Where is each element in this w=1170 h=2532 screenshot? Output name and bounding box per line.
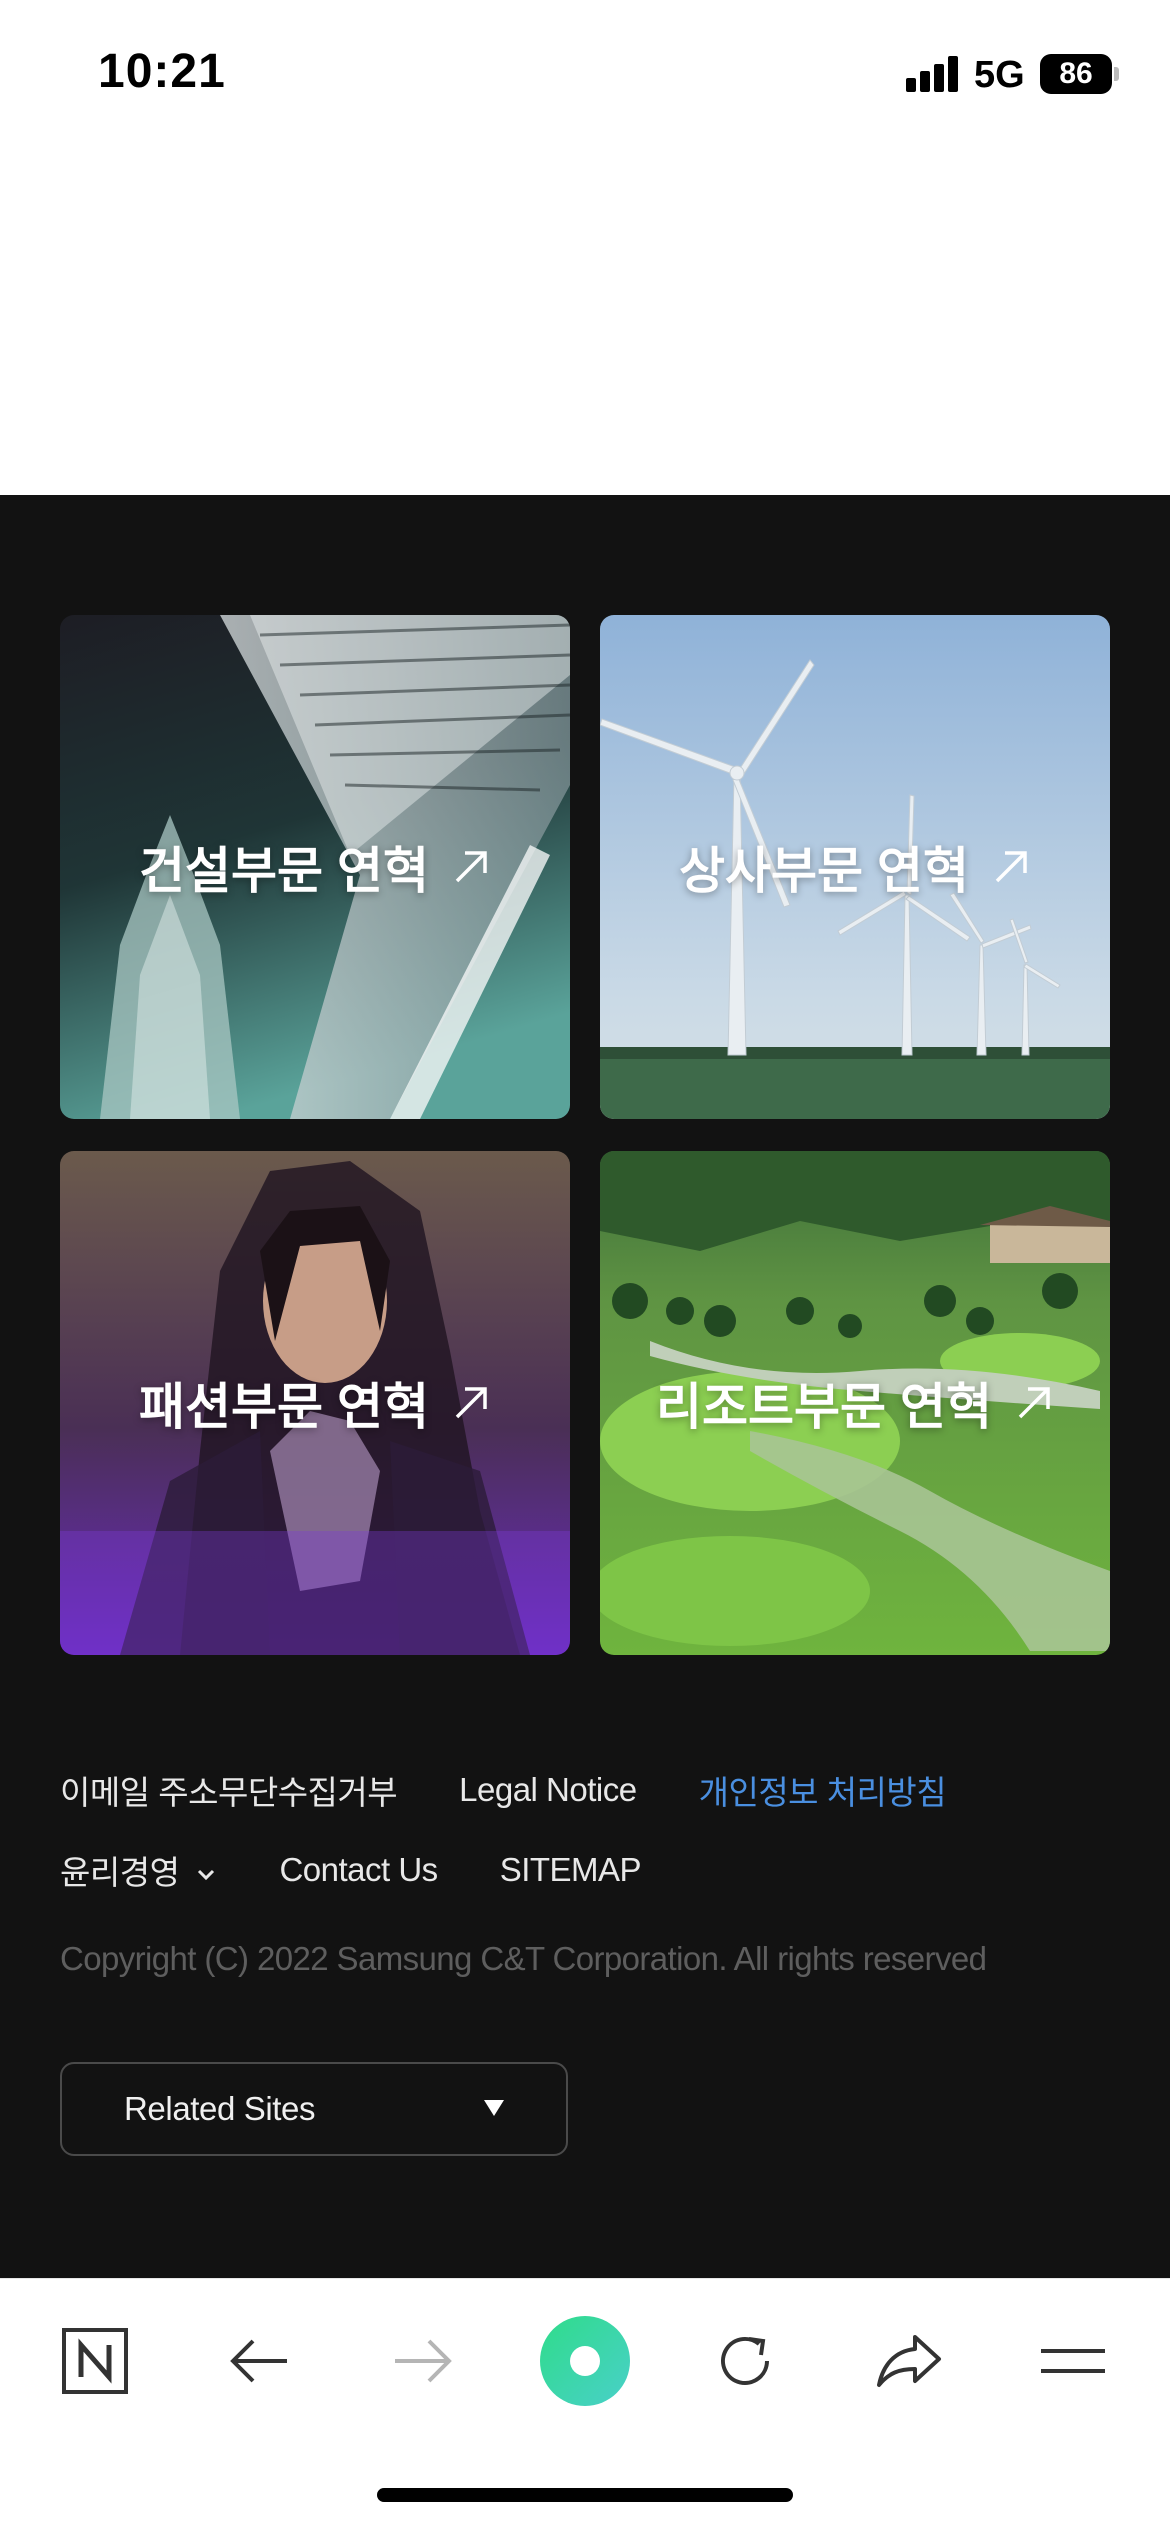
arrow-up-right-icon: [995, 851, 1027, 883]
battery-tip: [1114, 67, 1119, 81]
battery-level: 86: [1059, 57, 1093, 90]
green-dot-button[interactable]: [539, 2315, 631, 2407]
share-button[interactable]: [863, 2315, 955, 2407]
link-legal-notice[interactable]: Legal Notice: [459, 1771, 637, 1809]
green-dot-icon: [540, 2316, 630, 2406]
status-bar: 10:21 5G 86: [0, 0, 1170, 150]
caret-down-icon: [484, 2100, 504, 2116]
footer-links-primary: 이메일 주소무단수집거부 Legal Notice 개인정보 처리방침: [60, 1766, 1008, 1814]
back-button[interactable]: [213, 2315, 305, 2407]
tile-label: 건설부문 연혁: [139, 843, 429, 899]
menu-button[interactable]: [1027, 2315, 1119, 2407]
cellular-signal-icon: [906, 56, 960, 92]
tile-label: 패션부문 연혁: [139, 1379, 429, 1435]
network-type: 5G: [974, 54, 1025, 96]
tile-construction-history[interactable]: 건설부문 연혁: [60, 615, 570, 1119]
tile-trading-history[interactable]: 상사부문 연혁: [600, 615, 1110, 1119]
arrow-up-right-icon: [455, 851, 487, 883]
home-indicator: [377, 2488, 793, 2502]
arrow-up-right-icon: [1018, 1387, 1050, 1419]
naver-n-icon: [62, 2328, 128, 2394]
naver-home-button[interactable]: [49, 2315, 141, 2407]
link-privacy-policy[interactable]: 개인정보 처리방침: [699, 1766, 947, 1814]
link-ethics-dropdown[interactable]: 윤리경영: [60, 1846, 217, 1894]
tile-label: 리조트부문 연혁: [656, 1379, 992, 1435]
tile-label: 상사부문 연혁: [679, 843, 969, 899]
link-contact-us[interactable]: Contact Us: [279, 1851, 438, 1889]
chevron-down-icon: [198, 1870, 215, 1881]
share-icon: [877, 2335, 941, 2387]
tile-resort-history[interactable]: 리조트부문 연혁: [600, 1151, 1110, 1655]
related-sites-label: Related Sites: [124, 2090, 316, 2127]
status-time: 10:21: [98, 45, 226, 98]
tile-fashion-history[interactable]: 패션부문 연혁: [60, 1151, 570, 1655]
copyright-text: Copyright (C) 2022 Samsung C&T Corporati…: [60, 1940, 987, 1977]
reload-icon: [721, 2336, 769, 2385]
arrow-up-right-icon: [455, 1387, 487, 1419]
menu-icon: [1041, 2349, 1105, 2373]
battery-icon: 86: [1040, 54, 1112, 94]
link-sitemap[interactable]: SITEMAP: [500, 1851, 642, 1889]
ethics-label: 윤리경영: [60, 1854, 180, 1891]
forward-arrow-icon: [395, 2339, 452, 2383]
footer-links-secondary: 윤리경영 Contact Us SITEMAP: [60, 1846, 703, 1894]
link-email-refusal[interactable]: 이메일 주소무단수집거부: [60, 1766, 398, 1814]
related-sites-select[interactable]: Related Sites: [60, 2062, 568, 2156]
back-arrow-icon: [230, 2339, 287, 2383]
forward-button[interactable]: [377, 2315, 469, 2407]
reload-button[interactable]: [699, 2315, 791, 2407]
